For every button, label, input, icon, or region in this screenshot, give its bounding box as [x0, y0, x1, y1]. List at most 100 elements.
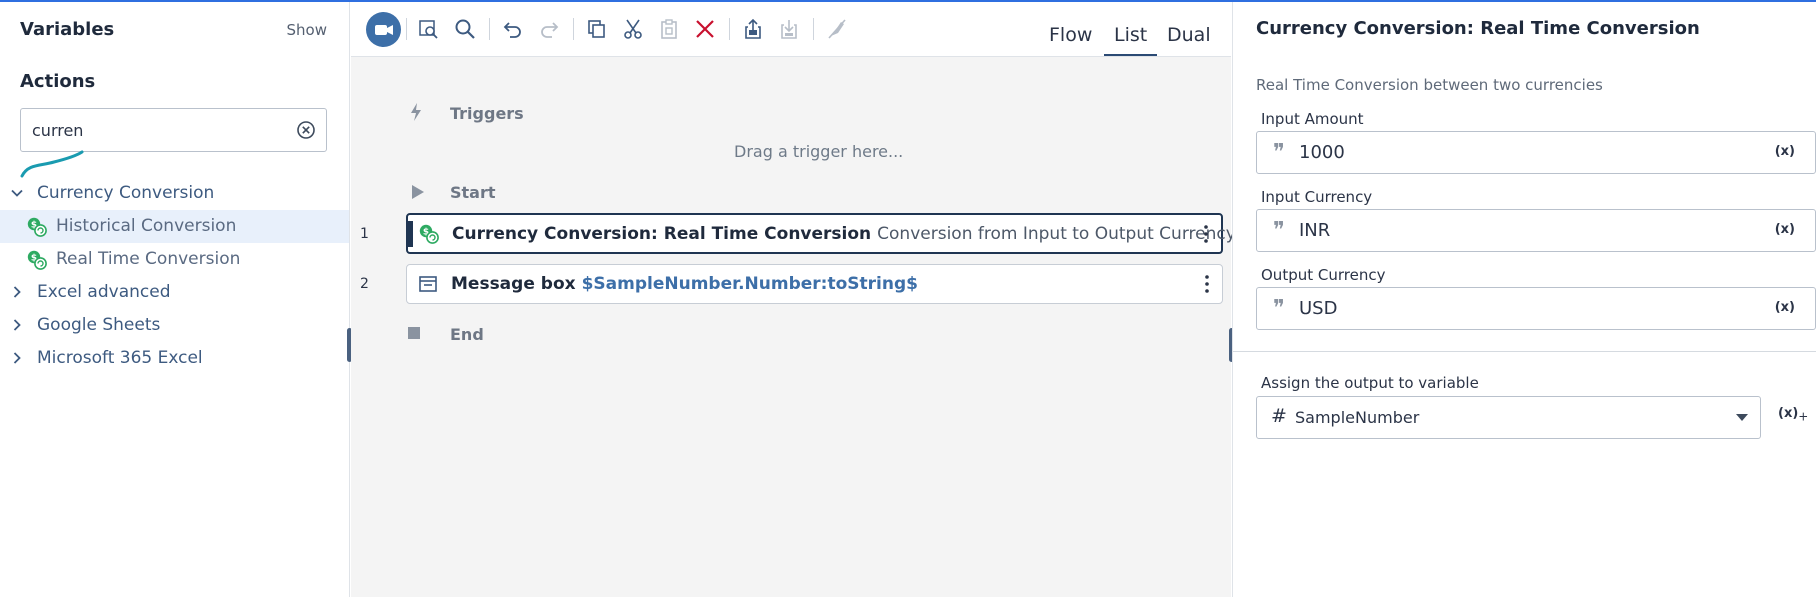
end-icon [408, 327, 420, 339]
properties-title: Currency Conversion: Real Time Conversio… [1256, 18, 1700, 39]
variables-title: Variables [20, 19, 115, 40]
variables-show-link[interactable]: Show [287, 21, 327, 39]
paste-icon [661, 19, 677, 39]
step-accent [408, 221, 413, 247]
actions-title: Actions [20, 71, 96, 92]
tab-list[interactable]: List [1103, 24, 1158, 56]
number-type-icon: # [1271, 405, 1287, 427]
string-quote-icon: ❞ [1273, 218, 1285, 243]
tree-group-label: Currency Conversion [37, 183, 215, 203]
tree-group-label: Microsoft 365 Excel [37, 348, 203, 368]
end-label: End [450, 325, 484, 344]
step-title-row: Message box $SampleNumber.Number:toString… [451, 274, 918, 294]
actions-search-box [20, 108, 327, 152]
insert-variable-button[interactable]: (x) [1775, 300, 1795, 315]
string-quote-icon: ❞ [1273, 140, 1285, 165]
tree-group-label: Google Sheets [37, 315, 161, 335]
create-variable-label: (x) [1778, 406, 1799, 421]
step-currency-conversion[interactable]: $ Currency Conversion: Real Time Convers… [406, 213, 1236, 254]
find-button[interactable] [416, 16, 442, 42]
export-button[interactable] [740, 16, 766, 42]
find-icon [419, 20, 438, 39]
step-message-box[interactable]: Message box $SampleNumber.Number:toString… [406, 264, 1223, 304]
tree-group-excel-advanced[interactable]: Excel advanced [0, 276, 349, 309]
left-panel: Variables Show Actions Currency Conversi… [0, 2, 350, 597]
search-icon [455, 19, 475, 39]
undo-icon [503, 22, 521, 38]
redo-button[interactable] [536, 16, 562, 42]
output-variable-select[interactable]: # SampleNumber [1256, 396, 1761, 439]
input-amount-field[interactable]: ❞ 1000 (x) [1256, 131, 1816, 174]
section-divider [1233, 351, 1816, 352]
chevron-down-icon [11, 189, 23, 197]
output-variable-value: SampleNumber [1295, 408, 1420, 427]
trigger-drop-zone[interactable]: Drag a trigger here... [734, 142, 903, 161]
editor-toolbar: Flow List Dual [351, 2, 1231, 57]
delete-button[interactable] [692, 16, 718, 42]
input-currency-field[interactable]: ❞ INR (x) [1256, 209, 1816, 252]
actions-search-input[interactable] [32, 118, 282, 142]
tree-item-real-time-conversion[interactable]: $ Real Time Conversion [0, 243, 349, 276]
properties-description: Real Time Conversion between two currenc… [1256, 76, 1603, 94]
cut-button[interactable] [620, 16, 646, 42]
assign-output-label: Assign the output to variable [1261, 374, 1479, 392]
copy-button[interactable] [584, 16, 610, 42]
triggers-label: Triggers [450, 104, 524, 123]
currency-exchange-icon: $ [419, 224, 439, 244]
currency-exchange-icon: $ [27, 217, 47, 237]
clear-search-icon[interactable] [296, 120, 316, 140]
tree-item-label: Historical Conversion [56, 216, 237, 236]
chevron-right-icon [13, 286, 21, 298]
chevron-right-icon [13, 319, 21, 331]
plus-icon: + [1798, 409, 1809, 424]
actions-tree: Currency Conversion $ Historical Convers… [0, 177, 349, 375]
flow-editor: Flow List Dual Triggers Drag a trigger h… [351, 2, 1236, 597]
redo-icon [541, 22, 559, 38]
export-icon [745, 18, 761, 39]
step-variable: $SampleNumber.Number:toString$ [581, 274, 918, 294]
create-variable-button[interactable]: (x)+ [1778, 406, 1808, 424]
search-button[interactable] [452, 16, 478, 42]
tree-group-google-sheets[interactable]: Google Sheets [0, 309, 349, 342]
string-quote-icon: ❞ [1273, 296, 1285, 321]
output-currency-value: USD [1299, 298, 1338, 319]
step-number: 2 [360, 276, 369, 292]
start-icon [412, 185, 424, 199]
import-icon [781, 20, 797, 39]
paste-button[interactable] [656, 16, 682, 42]
undo-button[interactable] [500, 16, 526, 42]
more-options-icon[interactable] [1204, 274, 1210, 294]
properties-panel: Currency Conversion: Real Time Conversio… [1232, 2, 1816, 597]
step-title: Message box [451, 274, 576, 294]
cut-icon [624, 19, 642, 39]
step-number: 1 [360, 226, 369, 242]
chevron-down-icon [1736, 414, 1748, 421]
copy-icon [588, 20, 605, 38]
tree-item-historical-conversion[interactable]: $ Historical Conversion [0, 210, 349, 243]
currency-exchange-icon: $ [27, 250, 47, 270]
chevron-right-icon [13, 352, 21, 364]
record-button[interactable] [366, 12, 401, 47]
disable-icon [828, 19, 846, 39]
tab-dual[interactable]: Dual [1167, 24, 1211, 46]
import-button[interactable] [776, 16, 802, 42]
output-currency-field[interactable]: ❞ USD (x) [1256, 287, 1816, 330]
tree-group-microsoft-365-excel[interactable]: Microsoft 365 Excel [0, 342, 349, 375]
tree-group-currency-conversion[interactable]: Currency Conversion [0, 177, 349, 210]
insert-variable-button[interactable]: (x) [1775, 222, 1795, 237]
message-box-icon [419, 276, 437, 292]
disable-button[interactable] [824, 16, 850, 42]
tab-flow[interactable]: Flow [1049, 24, 1092, 46]
step-title-row: Currency Conversion: Real Time Conversio… [452, 224, 1236, 244]
input-currency-label: Input Currency [1261, 188, 1373, 206]
tree-item-label: Real Time Conversion [56, 249, 241, 269]
step-description: Conversion from Input to Output Currency [877, 224, 1236, 244]
step-title: Currency Conversion: Real Time Conversio… [452, 224, 872, 244]
input-currency-value: INR [1299, 220, 1331, 241]
insert-variable-button[interactable]: (x) [1775, 144, 1795, 159]
start-label: Start [450, 183, 496, 202]
lightning-icon [411, 103, 421, 121]
more-options-icon[interactable] [1203, 224, 1209, 244]
tree-group-label: Excel advanced [37, 282, 171, 302]
input-amount-value: 1000 [1299, 142, 1345, 163]
